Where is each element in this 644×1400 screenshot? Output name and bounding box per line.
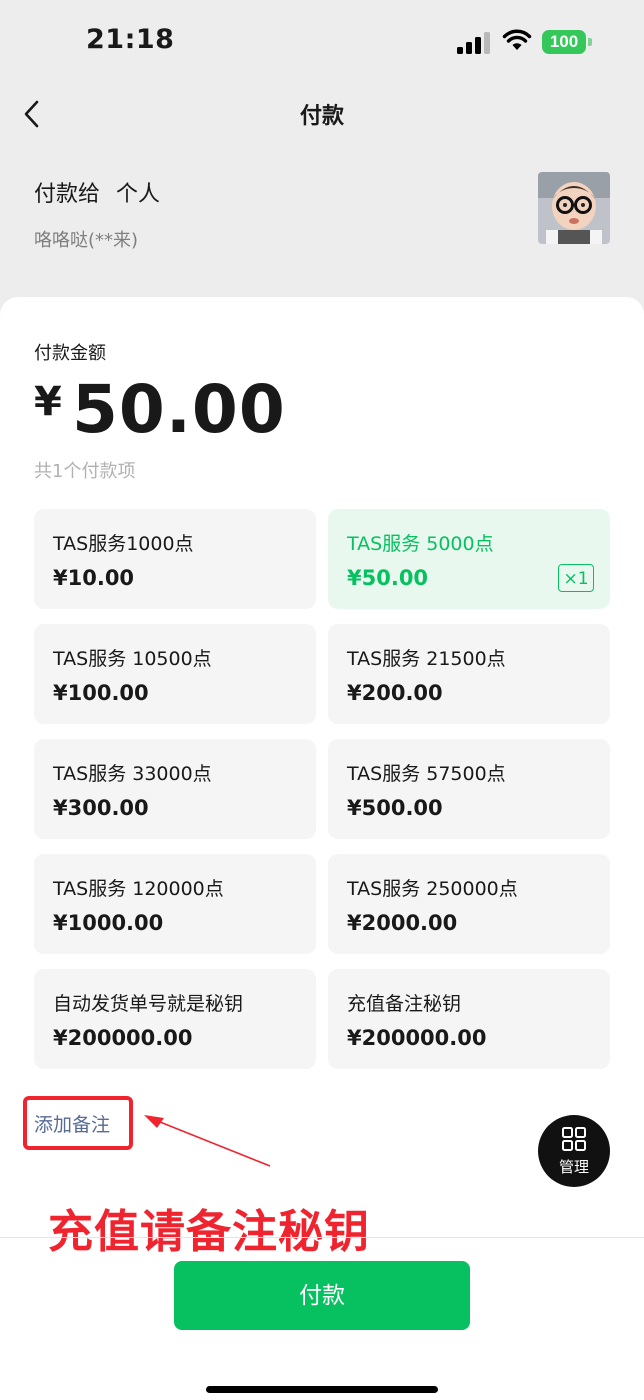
item-name: TAS服务 250000点 xyxy=(347,878,518,900)
nav-bar: 付款 xyxy=(0,84,644,144)
payment-item[interactable]: TAS服务 21500点 ¥200.00 xyxy=(328,624,610,724)
item-price: ¥500.00 xyxy=(347,796,443,820)
payment-item[interactable]: TAS服务 250000点 ¥2000.00 xyxy=(328,854,610,954)
item-price: ¥200000.00 xyxy=(347,1026,487,1050)
item-name: TAS服务 57500点 xyxy=(347,763,506,785)
item-price: ¥1000.00 xyxy=(53,911,164,935)
currency-symbol: ¥ xyxy=(34,379,62,425)
item-name: TAS服务 5000点 xyxy=(347,533,494,555)
item-name: TAS服务 10500点 xyxy=(53,648,212,670)
manage-button[interactable]: 管理 xyxy=(538,1115,610,1187)
annotation-arrow-icon xyxy=(144,1115,271,1167)
item-name: TAS服务 21500点 xyxy=(347,648,506,670)
item-price: ¥300.00 xyxy=(53,796,149,820)
amount-value: 50.00 xyxy=(72,371,286,448)
add-remark-link[interactable]: 添加备注 xyxy=(34,1110,110,1137)
payee-type: 个人 xyxy=(116,182,161,207)
payment-card: 付款金额 ¥ 50.00 共1个付款项 TAS服务1000点 ¥10.00 TA… xyxy=(0,297,644,1400)
payment-item[interactable]: 自动发货单号就是秘钥 ¥200000.00 xyxy=(34,969,316,1069)
page-title: 付款 xyxy=(299,104,344,129)
payment-item[interactable]: TAS服务 10500点 ¥100.00 xyxy=(34,624,316,724)
annotation-text: 充值请备注秘钥 xyxy=(48,1205,371,1258)
grid-icon xyxy=(562,1127,586,1151)
quantity-badge[interactable]: ×1 xyxy=(558,564,594,592)
wifi-icon xyxy=(502,29,532,50)
battery-icon: 100 xyxy=(542,30,592,54)
item-price: ¥200000.00 xyxy=(53,1026,193,1050)
item-name: TAS服务 120000点 xyxy=(53,878,224,900)
item-name: 充值备注秘钥 xyxy=(347,993,462,1015)
status-time: 21:18 xyxy=(86,24,175,55)
payment-item[interactable]: TAS服务 33000点 ¥300.00 xyxy=(34,739,316,839)
item-name: TAS服务1000点 xyxy=(53,533,194,555)
home-indicator xyxy=(206,1386,438,1393)
payment-item[interactable]: TAS服务 120000点 ¥1000.00 xyxy=(34,854,316,954)
payment-item[interactable]: TAS服务 57500点 ¥500.00 xyxy=(328,739,610,839)
item-name: 自动发货单号就是秘钥 xyxy=(53,993,244,1015)
item-count: 共1个付款项 xyxy=(34,461,136,482)
payment-item[interactable]: TAS服务1000点 ¥10.00 xyxy=(34,509,316,609)
payee-avatar xyxy=(538,172,610,244)
battery-level: 100 xyxy=(542,30,586,54)
payee-label: 付款给 xyxy=(34,182,101,207)
divider xyxy=(0,1237,644,1238)
status-bar: 21:18 100 xyxy=(0,0,644,84)
item-price: ¥200.00 xyxy=(347,681,443,705)
payment-item[interactable]: 充值备注秘钥 ¥200000.00 xyxy=(328,969,610,1069)
item-name: TAS服务 33000点 xyxy=(53,763,212,785)
item-price: ¥10.00 xyxy=(53,566,135,590)
item-price: ¥2000.00 xyxy=(347,911,458,935)
pay-button[interactable]: 付款 xyxy=(174,1261,470,1330)
manage-label: 管理 xyxy=(558,1158,589,1176)
payee-info: 付款给 个人 咯咯哒(**来) xyxy=(34,176,614,251)
item-price: ¥100.00 xyxy=(53,681,149,705)
payee-name: 咯咯哒(**来) xyxy=(34,230,139,251)
cellular-signal-icon xyxy=(457,32,490,54)
payment-item-selected[interactable]: TAS服务 5000点 ¥50.00 ×1 xyxy=(328,509,610,609)
amount-label: 付款金额 xyxy=(34,343,106,364)
